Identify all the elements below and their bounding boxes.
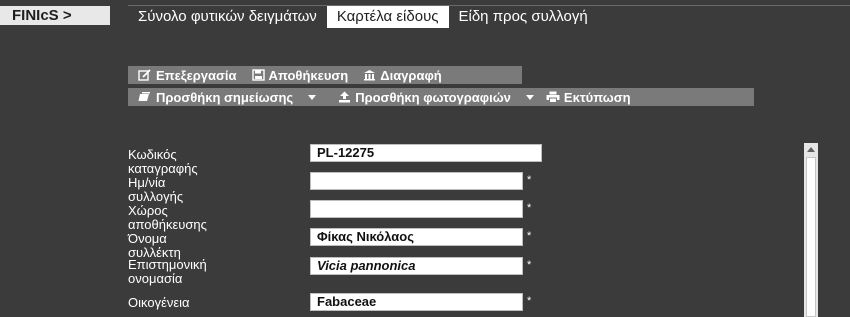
app-logo[interactable]: FINIcS > xyxy=(0,6,110,25)
required-marker: * xyxy=(527,174,532,186)
storage-location-field[interactable] xyxy=(310,200,523,218)
add-photos-label: Προσθήκη φωτογραφιών xyxy=(355,89,511,105)
scientific-name-label-line1: Επιστημονική xyxy=(128,257,207,272)
scientific-name-label: Επιστημονική ονομασία xyxy=(128,258,207,286)
main-tabs: Σύνολο φυτικών δειγμάτων Καρτέλα είδους … xyxy=(128,6,598,28)
family-field[interactable]: Fabaceae xyxy=(310,293,523,311)
record-code-field[interactable]: PL-12275 xyxy=(310,144,542,162)
edit-button[interactable]: Επεξεργασία xyxy=(128,68,242,83)
delete-button[interactable]: Διαγραφή xyxy=(353,68,446,83)
delete-label: Διαγραφή xyxy=(380,67,442,83)
collector-name-label: Όνομα συλλέκτη xyxy=(128,231,181,260)
tab-species-card[interactable]: Καρτέλα είδους xyxy=(326,6,449,28)
scientific-name-label-line2: ονομασία xyxy=(128,271,183,286)
floppy-disk-icon xyxy=(251,69,265,81)
scientific-name-field[interactable]: Vicia pannonica xyxy=(310,257,523,275)
tab-plant-samples[interactable]: Σύνολο φυτικών δειγμάτων xyxy=(128,6,327,28)
edit-label: Επεξεργασία xyxy=(156,67,237,83)
collection-date-field[interactable] xyxy=(310,172,523,190)
collection-date-label: Ημ/νία συλλογής xyxy=(128,175,184,204)
add-note-button[interactable]: Προσθήκη σημείωσης xyxy=(128,90,298,105)
extras-toolbar: Προσθήκη σημείωσης Προσθήκη φωτογραφιών … xyxy=(128,88,754,106)
scroll-up-arrow-icon[interactable] xyxy=(807,147,815,152)
add-photos-button[interactable]: Προσθήκη φωτογραφιών xyxy=(328,90,516,105)
record-code-label: Κωδικός καταγραφής xyxy=(128,147,198,176)
add-photos-dropdown-toggle[interactable] xyxy=(525,94,534,100)
family-label: Οικογένεια xyxy=(128,295,190,310)
upload-icon xyxy=(339,91,351,103)
record-actions-toolbar: Επεξεργασία Αποθήκευση Διαγραφή xyxy=(128,66,522,84)
print-label: Εκτύπωση xyxy=(563,89,631,105)
storage-location-label: Χώρος αποθήκευσης xyxy=(128,203,207,232)
add-note-label: Προσθήκη σημείωσης xyxy=(156,89,294,105)
required-marker: * xyxy=(527,259,532,271)
form-scrollbar[interactable] xyxy=(804,143,818,317)
required-marker: * xyxy=(527,230,532,242)
printer-icon xyxy=(546,91,560,103)
required-marker: * xyxy=(527,202,532,214)
save-label: Αποθήκευση xyxy=(268,67,349,83)
collector-name-field[interactable]: Φίκας Νικόλαος xyxy=(310,228,523,246)
required-marker: * xyxy=(527,295,532,307)
scroll-thumb[interactable] xyxy=(806,157,816,317)
note-icon xyxy=(138,92,150,101)
institution-icon xyxy=(364,70,376,81)
print-button[interactable]: Εκτύπωση xyxy=(546,90,636,105)
edit-icon xyxy=(138,69,151,81)
tab-species-to-collect[interactable]: Είδη προς συλλογή xyxy=(449,6,598,28)
add-note-dropdown-toggle[interactable] xyxy=(308,94,317,100)
save-button[interactable]: Αποθήκευση xyxy=(242,68,354,83)
